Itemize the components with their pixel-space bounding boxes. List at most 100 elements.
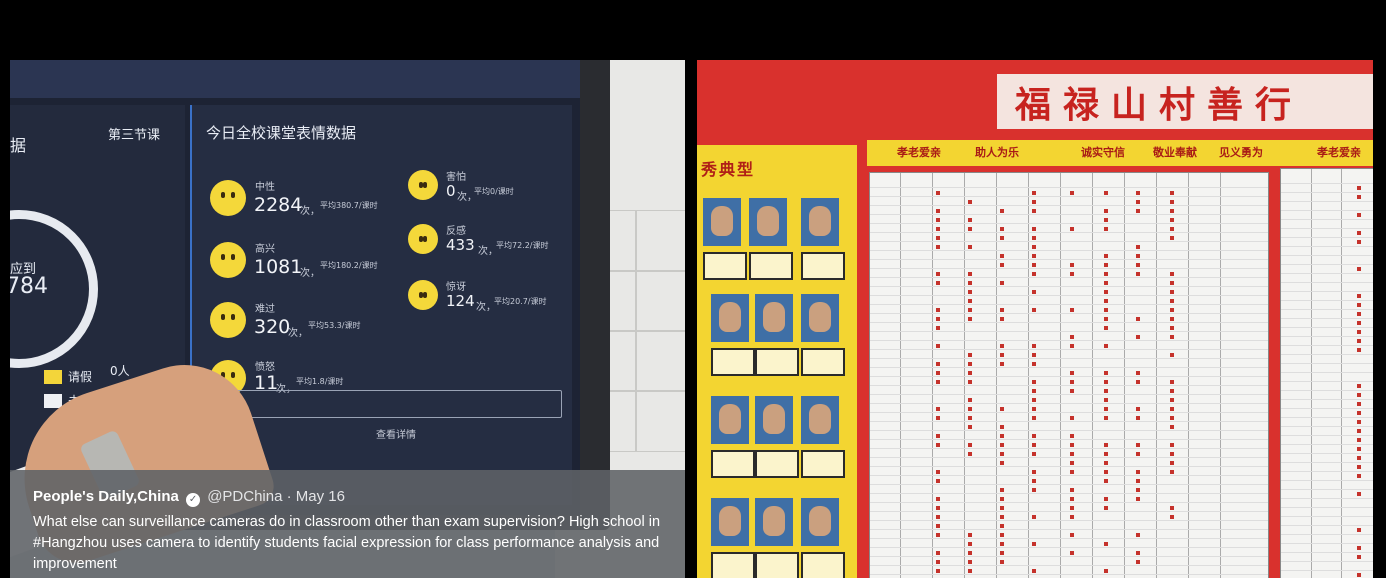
record-mark xyxy=(1170,290,1174,294)
record-mark xyxy=(1070,191,1074,195)
record-mark xyxy=(1000,209,1004,213)
record-mark xyxy=(1357,348,1361,352)
detail-button[interactable] xyxy=(215,390,562,418)
table-row-rule xyxy=(870,376,1268,377)
record-mark xyxy=(1357,384,1361,388)
category-label: 助人为乐 xyxy=(975,146,1019,159)
record-mark xyxy=(968,407,972,411)
record-mark xyxy=(1032,209,1036,213)
record-mark xyxy=(1032,191,1036,195)
table-row-rule xyxy=(870,385,1268,386)
record-mark xyxy=(1136,560,1140,564)
record-mark xyxy=(968,551,972,555)
record-mark xyxy=(1104,191,1108,195)
table-row-rule xyxy=(870,466,1268,467)
record-mark xyxy=(1104,326,1108,330)
record-mark xyxy=(1357,492,1361,496)
record-mark xyxy=(968,425,972,429)
record-mark xyxy=(1000,263,1004,267)
record-mark xyxy=(936,191,940,195)
table-row-rule xyxy=(1281,561,1373,562)
record-mark xyxy=(968,542,972,546)
portrait-photo xyxy=(755,294,793,342)
record-mark xyxy=(1000,353,1004,357)
record-mark xyxy=(936,362,940,366)
record-mark xyxy=(1357,474,1361,478)
expression-label: 中性 xyxy=(255,182,275,193)
afraid-face-icon xyxy=(408,170,438,200)
category-label: 敬业奉献 xyxy=(1153,146,1197,159)
record-mark xyxy=(968,290,972,294)
tweet-handle[interactable]: @PDChina xyxy=(207,488,282,505)
table-row-rule xyxy=(1281,489,1373,490)
record-mark xyxy=(1070,515,1074,519)
table-row-rule xyxy=(1281,570,1373,571)
record-mark xyxy=(968,353,972,357)
record-mark xyxy=(1136,407,1140,411)
record-mark xyxy=(968,317,972,321)
table-row-rule xyxy=(870,340,1268,341)
record-mark xyxy=(1104,263,1108,267)
record-mark xyxy=(1357,213,1361,217)
record-mark xyxy=(1170,218,1174,222)
table-row-rule xyxy=(1281,363,1373,364)
expression-label: 愤怒 xyxy=(255,362,275,373)
record-mark xyxy=(1357,195,1361,199)
record-mark xyxy=(1104,407,1108,411)
table-row-rule xyxy=(870,412,1268,413)
record-mark xyxy=(1170,272,1174,276)
expression-average: 平均20.7/课时 xyxy=(494,297,547,306)
record-mark xyxy=(1357,411,1361,415)
table-row-rule xyxy=(870,574,1268,575)
record-mark xyxy=(1000,551,1004,555)
record-mark xyxy=(1136,191,1140,195)
detail-button-label: 查看详情 xyxy=(376,430,416,441)
table-row-rule xyxy=(1281,255,1373,256)
record-mark xyxy=(1357,312,1361,316)
table-row-rule xyxy=(1281,237,1373,238)
tweet-date[interactable]: · May 16 xyxy=(287,488,345,505)
portrait-caption xyxy=(801,348,845,376)
table-row-rule xyxy=(1281,462,1373,463)
record-mark xyxy=(936,560,940,564)
surprise-face-icon xyxy=(408,280,438,310)
record-mark xyxy=(1170,407,1174,411)
record-mark xyxy=(1000,425,1004,429)
tweet-author-name[interactable]: People's Daily,China xyxy=(33,488,179,505)
record-mark xyxy=(968,218,972,222)
table-row-rule xyxy=(1281,552,1373,553)
portrait-caption xyxy=(703,252,747,280)
record-mark xyxy=(936,479,940,483)
portrait-photo xyxy=(711,294,749,342)
table-row-rule xyxy=(870,430,1268,431)
record-mark xyxy=(1104,461,1108,465)
verified-badge-icon: ✓ xyxy=(186,493,201,507)
table-row-rule xyxy=(1281,273,1373,274)
table-row-rule xyxy=(1281,192,1373,193)
table-row-rule xyxy=(870,331,1268,332)
table-row-rule xyxy=(870,304,1268,305)
record-mark xyxy=(1032,227,1036,231)
table-row-rule xyxy=(870,232,1268,233)
record-mark xyxy=(1032,479,1036,483)
record-mark xyxy=(1357,546,1361,550)
record-mark xyxy=(1170,236,1174,240)
record-mark xyxy=(1104,290,1108,294)
portrait-photo xyxy=(801,498,839,546)
table-row-rule xyxy=(870,214,1268,215)
record-mark xyxy=(936,407,940,411)
record-mark xyxy=(1136,317,1140,321)
table-row-rule xyxy=(1281,345,1373,346)
table-row-rule xyxy=(1281,426,1373,427)
record-mark xyxy=(1070,227,1074,231)
record-mark xyxy=(1070,272,1074,276)
table-row-rule xyxy=(1281,291,1373,292)
expression-average: 平均0/课时 xyxy=(474,187,514,196)
panel-title: 今日全校课堂表情数据 xyxy=(206,124,357,142)
record-mark xyxy=(1357,267,1361,271)
good-deeds-record-table xyxy=(869,172,1269,578)
table-row-rule xyxy=(1281,525,1373,526)
table-row-rule xyxy=(870,295,1268,296)
record-mark xyxy=(968,362,972,366)
record-mark xyxy=(1070,533,1074,537)
